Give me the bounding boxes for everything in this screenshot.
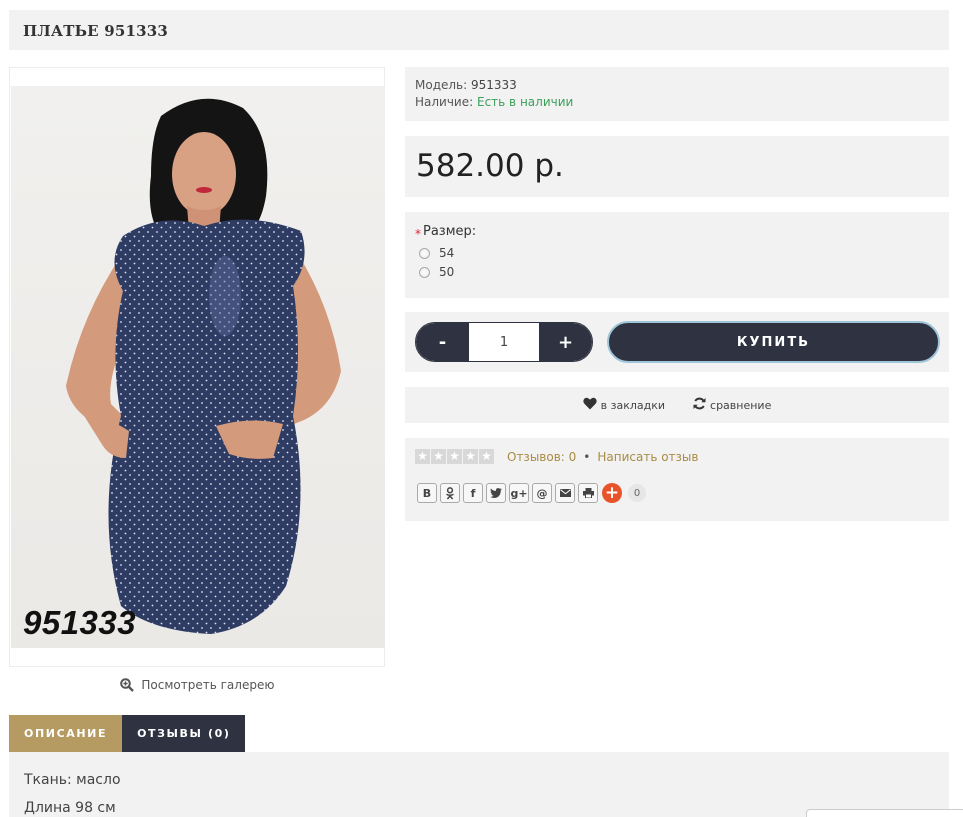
- size-option-54[interactable]: 54: [419, 246, 939, 260]
- quantity-input[interactable]: 1: [469, 323, 539, 361]
- price-panel: 582.00 р.: [405, 136, 949, 197]
- reviews-count-link[interactable]: Отзывов: 0: [507, 450, 576, 464]
- mail-ru-share-icon[interactable]: @: [532, 483, 552, 503]
- model-value: 951333: [471, 78, 517, 92]
- product-tabs: ОПИСАНИЕ ОТЗЫВЫ (0): [9, 715, 246, 752]
- rating-stars: ★ ★ ★ ★ ★: [415, 449, 495, 464]
- size-label: Размер:: [423, 224, 477, 239]
- print-icon[interactable]: [578, 483, 598, 503]
- star-icon: ★: [431, 449, 446, 464]
- product-image[interactable]: 951333: [11, 86, 385, 648]
- email-share-icon[interactable]: [555, 483, 575, 503]
- description-content: Ткань: масло Длина 98 см: [9, 752, 949, 817]
- heart-icon: [583, 397, 601, 413]
- tab-reviews[interactable]: ОТЗЫВЫ (0): [122, 715, 246, 752]
- share-buttons: В f g+ @ + 0: [417, 483, 939, 503]
- product-title: ПЛАТЬЕ 951333: [23, 22, 169, 40]
- compare-button[interactable]: сравнение: [693, 397, 771, 413]
- size-option-label: 54: [439, 246, 455, 260]
- google-plus-share-icon[interactable]: g+: [509, 483, 529, 503]
- separator-dot: •: [583, 449, 591, 464]
- zoom-in-icon: [119, 678, 134, 695]
- star-icon: ★: [463, 449, 478, 464]
- description-line: Длина 98 см: [24, 800, 116, 816]
- facebook-share-icon[interactable]: f: [463, 483, 483, 503]
- floating-widget[interactable]: [806, 809, 963, 817]
- product-photo-illustration: [66, 98, 341, 635]
- star-icon: ★: [415, 449, 430, 464]
- title-bar: ПЛАТЬЕ 951333: [9, 10, 949, 50]
- star-icon: ★: [479, 449, 494, 464]
- quantity-decrease-button[interactable]: -: [416, 323, 469, 361]
- sku-watermark: 951333: [23, 604, 137, 641]
- buy-panel: - 1 + КУПИТЬ: [405, 312, 949, 372]
- size-radio-50[interactable]: [419, 266, 430, 278]
- write-review-link[interactable]: Написать отзыв: [597, 450, 698, 464]
- share-more-icon[interactable]: +: [602, 483, 622, 503]
- availability-value: Есть в наличии: [477, 95, 574, 109]
- view-gallery-label: Посмотреть галерею: [141, 678, 275, 692]
- add-to-wishlist-button[interactable]: в закладки: [583, 397, 665, 413]
- size-radio-54[interactable]: [419, 247, 430, 259]
- odnoklassniki-share-icon[interactable]: [440, 483, 460, 503]
- share-counter: 0: [628, 484, 646, 502]
- model-panel: Модель: 951333 Наличие: Есть в наличии: [405, 67, 949, 121]
- description-line: Ткань: масло: [24, 772, 121, 788]
- availability-label: Наличие:: [415, 95, 474, 109]
- tab-description[interactable]: ОПИСАНИЕ: [9, 715, 123, 752]
- view-gallery-link[interactable]: Посмотреть галерею: [9, 678, 385, 695]
- star-icon: ★: [447, 449, 462, 464]
- refresh-icon: [693, 397, 710, 413]
- size-option-50[interactable]: 50: [419, 265, 939, 279]
- wishlist-compare-panel: в закладки сравнение: [405, 387, 949, 423]
- compare-label: сравнение: [710, 398, 772, 412]
- size-option-label: 50: [439, 265, 455, 279]
- vk-share-icon[interactable]: В: [417, 483, 437, 503]
- required-mark: *: [415, 227, 421, 241]
- product-image-frame[interactable]: 951333: [9, 67, 385, 667]
- wishlist-label: в закладки: [600, 398, 666, 412]
- quantity-stepper: - 1 +: [415, 322, 593, 362]
- review-share-panel: ★ ★ ★ ★ ★ Отзывов: 0 • Написать отзыв В …: [405, 438, 949, 521]
- model-label: Модель:: [415, 78, 468, 92]
- size-options-panel: * Размер: 54 50: [405, 212, 949, 298]
- buy-button[interactable]: КУПИТЬ: [607, 321, 940, 363]
- product-price: 582.00 р.: [416, 148, 564, 184]
- twitter-share-icon[interactable]: [486, 483, 506, 503]
- quantity-increase-button[interactable]: +: [539, 323, 592, 361]
